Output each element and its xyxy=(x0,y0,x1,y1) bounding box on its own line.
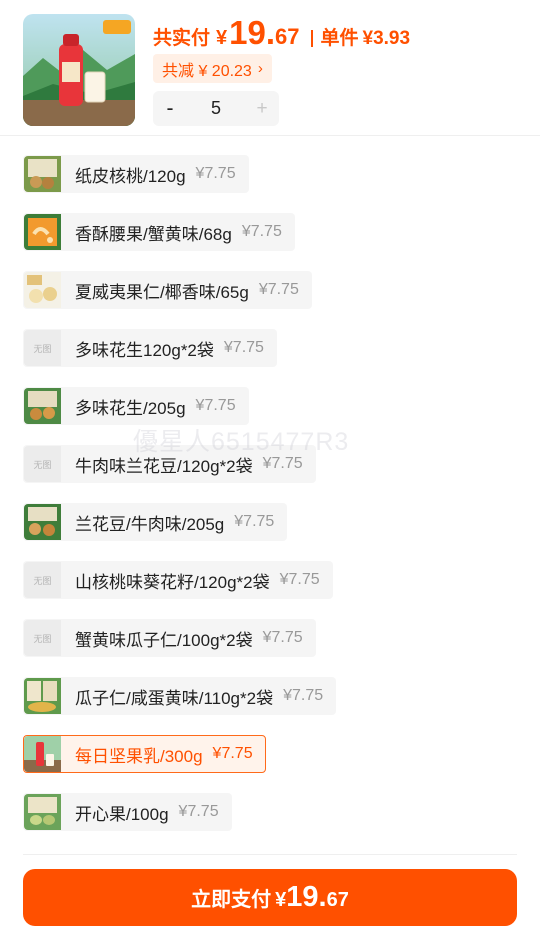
variant-name: 山核桃味葵花籽/120g*2袋 xyxy=(75,572,270,592)
variant-name: 瓜子仁/咸蛋黄味/110g*2袋 xyxy=(75,688,274,708)
no-image-placeholder: 无图 xyxy=(24,620,61,656)
variant-option[interactable]: 香酥腰果/蟹黄味/68g ¥7.75 xyxy=(23,213,295,251)
variant-price: ¥7.75 xyxy=(283,687,324,704)
variant-price: ¥7.75 xyxy=(258,281,299,298)
pay-button-currency: ¥ xyxy=(275,889,287,911)
total-label: 共实付 xyxy=(153,28,211,49)
variant-option[interactable]: 无图 多味花生120g*2袋 ¥7.75 xyxy=(23,329,277,367)
walnut-icon xyxy=(24,156,61,192)
variant-name: 多味花生/205g xyxy=(75,398,186,418)
variant-name: 夏威夷果仁/椰香味/65g xyxy=(75,282,249,302)
product-image xyxy=(23,14,135,126)
variant-name: 每日坚果乳/300g xyxy=(75,746,203,766)
quantity-value[interactable]: 5 xyxy=(187,98,245,119)
variant-price: ¥7.75 xyxy=(195,165,236,182)
unit-label: 单件 xyxy=(320,28,359,49)
variant-name: 牛肉味兰花豆/120g*2袋 xyxy=(75,456,253,476)
quantity-stepper: - 5 + xyxy=(153,91,279,126)
total-price-line: 共实付 ¥ 19. 67 单件 ¥3.93 xyxy=(153,14,410,54)
no-image-placeholder: 无图 xyxy=(24,330,61,366)
variant-option[interactable]: 多味花生/205g ¥7.75 xyxy=(23,387,249,425)
variant-name: 兰花豆/牛肉味/205g xyxy=(75,514,225,534)
variant-price: ¥7.75 xyxy=(262,629,303,646)
no-image-placeholder: 无图 xyxy=(24,446,61,482)
variant-option-selected[interactable]: 每日坚果乳/300g ¥7.75 xyxy=(23,735,266,773)
pay-now-button[interactable]: 立即支付 ¥ 19. 67 xyxy=(23,869,517,926)
variant-option[interactable]: 开心果/100g ¥7.75 xyxy=(23,793,232,831)
no-image-placeholder: 无图 xyxy=(24,562,61,598)
variant-option[interactable]: 夏威夷果仁/椰香味/65g ¥7.75 xyxy=(23,271,312,309)
price-separator xyxy=(310,29,313,47)
variant-price: ¥7.75 xyxy=(223,339,264,356)
pay-button-label: 立即支付 xyxy=(191,889,272,911)
variant-name: 开心果/100g xyxy=(75,804,169,824)
variant-option[interactable]: 无图 蟹黄味瓜子仁/100g*2袋 ¥7.75 xyxy=(23,619,316,657)
variant-name: 多味花生120g*2袋 xyxy=(75,340,214,360)
variant-price: ¥7.75 xyxy=(212,745,253,762)
total-currency: ¥ xyxy=(216,27,228,49)
variant-name: 纸皮核桃/120g xyxy=(75,166,186,186)
pistachio-icon xyxy=(24,794,61,830)
variant-price: ¥7.75 xyxy=(241,223,282,240)
discount-label: 共减 ¥ 20.23 xyxy=(162,62,252,80)
variant-price: ¥7.75 xyxy=(262,455,303,472)
peanut-icon xyxy=(24,388,61,424)
chevron-right-icon: › xyxy=(257,60,263,77)
discount-badge[interactable]: 共减 ¥ 20.23 › xyxy=(153,54,272,83)
pay-button-amount-integer: 19. xyxy=(286,881,327,913)
increase-button[interactable]: + xyxy=(245,91,279,126)
variant-option[interactable]: 无图 山核桃味葵花籽/120g*2袋 ¥7.75 xyxy=(23,561,333,599)
variant-option[interactable]: 无图 牛肉味兰花豆/120g*2袋 ¥7.75 xyxy=(23,445,316,483)
variant-name: 香酥腰果/蟹黄味/68g xyxy=(75,224,232,244)
broad-bean-icon xyxy=(24,504,61,540)
total-amount-decimal: 67 xyxy=(275,24,300,49)
variant-option[interactable]: 瓜子仁/咸蛋黄味/110g*2袋 ¥7.75 xyxy=(23,677,337,715)
variant-option[interactable]: 纸皮核桃/120g ¥7.75 xyxy=(23,155,249,193)
variant-price: ¥7.75 xyxy=(234,513,275,530)
pay-button-amount-decimal: 67 xyxy=(326,889,349,911)
seed-kernel-icon xyxy=(24,678,61,714)
variant-name: 蟹黄味瓜子仁/100g*2袋 xyxy=(75,630,253,650)
variant-price: ¥7.75 xyxy=(178,803,219,820)
decrease-button[interactable]: - xyxy=(153,91,187,126)
variant-price: ¥7.75 xyxy=(279,571,320,588)
variant-price: ¥7.75 xyxy=(195,397,236,414)
bottom-divider xyxy=(23,854,517,855)
cashew-icon xyxy=(24,214,61,250)
unit-price: ¥3.93 xyxy=(362,28,411,49)
nut-milk-icon xyxy=(24,736,61,772)
total-amount-integer: 19. xyxy=(229,14,276,51)
order-summary-header: 共实付 ¥ 19. 67 单件 ¥3.93 共减 ¥ 20.23 › - 5 + xyxy=(0,0,540,136)
macadamia-icon xyxy=(24,272,61,308)
variant-option[interactable]: 兰花豆/牛肉味/205g ¥7.75 xyxy=(23,503,288,541)
